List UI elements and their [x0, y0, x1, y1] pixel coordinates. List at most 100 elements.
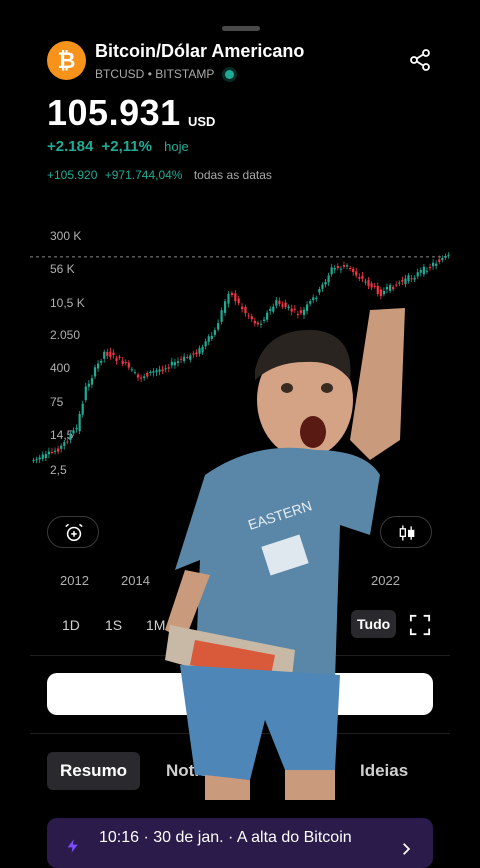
candle — [75, 427, 78, 430]
candle — [438, 259, 441, 262]
candle — [401, 279, 404, 282]
daily-change: +2.184 +2,11% hoje — [47, 138, 193, 155]
period-1s[interactable]: 1S — [105, 617, 122, 633]
candle — [385, 286, 389, 290]
candle — [66, 441, 69, 443]
all-time-percent: +971.744,04% — [104, 168, 183, 182]
all-time-absolute: +105.920 — [47, 168, 98, 182]
candle — [130, 369, 133, 371]
exchange: BITSTAMP — [155, 67, 215, 81]
candle — [38, 457, 41, 460]
news-separator: · — [228, 829, 234, 846]
y-axis-label: 400 — [50, 361, 70, 375]
candle — [106, 351, 109, 357]
candle — [112, 352, 115, 356]
candle — [109, 351, 112, 358]
candle — [342, 265, 346, 267]
candle — [410, 278, 413, 280]
candle — [395, 284, 398, 286]
x-axis-label: 2014 — [121, 573, 150, 588]
candle — [87, 383, 90, 387]
y-axis-label: 56 K — [50, 262, 75, 276]
candle — [100, 360, 103, 363]
candle — [47, 451, 51, 455]
candle — [382, 291, 386, 295]
candle — [78, 413, 81, 432]
candle — [124, 362, 127, 364]
candle — [416, 272, 419, 277]
candle — [373, 285, 376, 287]
change-label: hoje — [164, 139, 189, 154]
y-axis-label: 10,5 K — [50, 296, 85, 310]
candle — [345, 265, 349, 267]
symbol-subtitle: BTCUSD • BITSTAMP — [95, 67, 235, 81]
share-icon[interactable] — [408, 48, 432, 72]
candle — [376, 285, 379, 295]
alarm-plus-icon — [65, 523, 83, 542]
candle — [352, 268, 355, 273]
candle — [431, 262, 435, 267]
candle — [35, 458, 38, 460]
period-1d[interactable]: 1D — [62, 617, 80, 633]
candle — [315, 297, 318, 300]
flash-icon — [67, 839, 78, 853]
y-axis-label: 2.050 — [50, 328, 80, 342]
candle — [32, 460, 35, 462]
add-alert-button[interactable] — [47, 516, 99, 548]
x-axis-label: 2012 — [60, 573, 89, 588]
candle — [230, 293, 234, 295]
candle — [428, 266, 432, 268]
candle — [115, 358, 118, 362]
candle — [324, 281, 327, 285]
candle — [425, 270, 429, 272]
candle — [355, 271, 358, 276]
candle — [63, 442, 66, 446]
candle — [413, 277, 416, 280]
symbol-title: Bitcoin/Dólar Americano — [95, 41, 305, 61]
candle — [96, 363, 100, 369]
candle — [103, 351, 106, 359]
candle — [441, 258, 444, 261]
tab-resumo[interactable]: Resumo — [47, 752, 141, 790]
ticker: BTCUSD — [95, 67, 145, 81]
candle — [318, 289, 321, 293]
last-price: 105.931 — [47, 92, 181, 133]
candle — [60, 445, 63, 449]
candle — [330, 267, 333, 275]
candle — [72, 430, 75, 434]
news-title: A alta do Bitcoin — [236, 829, 352, 846]
separator: • — [147, 67, 152, 81]
candle — [336, 266, 339, 268]
all-time-change: +105.920 +971.744,04% todas as datas — [47, 168, 276, 182]
candle — [447, 254, 450, 256]
sticker-person-icon: EASTERN — [165, 308, 405, 800]
candle — [143, 376, 146, 378]
candle — [327, 275, 330, 283]
y-axis-label: 2,5 — [50, 463, 67, 477]
candle — [140, 377, 143, 379]
candle — [146, 372, 149, 377]
candle — [53, 450, 57, 452]
change-percent: +2,11% — [101, 138, 152, 155]
news-headline: 10:16 · 30 de jan. · A alta do Bitcoin — [99, 829, 352, 847]
sheet-grabber[interactable] — [222, 26, 260, 31]
candle — [90, 378, 94, 385]
candle — [407, 275, 410, 282]
candle — [392, 286, 395, 290]
candle — [435, 263, 438, 267]
candle — [127, 362, 130, 368]
candle — [444, 256, 447, 258]
candle — [149, 371, 152, 373]
candle — [398, 282, 401, 284]
candle — [339, 268, 342, 270]
news-card[interactable]: 10:16 · 30 de jan. · A alta do Bitcoin — [47, 818, 433, 868]
candle — [84, 386, 87, 401]
candle — [349, 267, 352, 269]
candle — [333, 268, 336, 270]
candle — [361, 275, 364, 279]
news-time: 10:16 — [99, 829, 140, 846]
candle — [50, 451, 54, 453]
candle — [388, 285, 392, 291]
candle — [69, 435, 72, 441]
news-date: 30 de jan. — [153, 829, 224, 846]
